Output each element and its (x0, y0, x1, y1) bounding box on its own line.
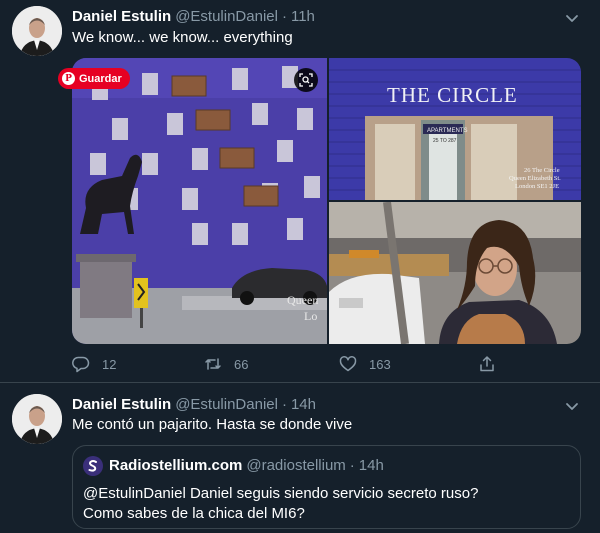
quoted-timestamp: 14h (358, 457, 384, 474)
overlay-text-queen: Queen (287, 293, 318, 307)
sign-apartments: APARTMENTS (427, 128, 467, 134)
tweet[interactable]: Daniel Estulin @EstulinDaniel · 11h We know… (0, 0, 600, 383)
caret-down-icon[interactable] (564, 10, 580, 26)
sign-the-circle: THE CIRCLE (387, 83, 518, 107)
pinterest-save-button[interactable]: P Guardar (58, 68, 130, 89)
tweet-header: Daniel Estulin @EstulinDaniel · 11h (72, 7, 315, 27)
avatar[interactable] (12, 6, 62, 56)
media-photo-building[interactable]: Queen Lo (72, 58, 327, 344)
reply-count: 12 (102, 356, 117, 372)
reply-button[interactable]: 12 (72, 354, 116, 374)
caret-down-icon[interactable] (564, 398, 580, 414)
separator: · (281, 396, 287, 413)
like-count: 163 (369, 356, 391, 372)
quoted-author-name: Radiostellium.com (109, 457, 243, 474)
tweet-text: Me contó un pajarito. Hasta se donde viv… (72, 416, 353, 433)
tweet-header: Daniel Estulin @EstulinDaniel · 14h (72, 395, 316, 415)
caption-line-1: 26 The Circle (524, 167, 560, 174)
author-handle[interactable]: @EstulinDaniel (175, 396, 278, 413)
avatar[interactable] (12, 394, 62, 444)
quoted-text-line: Como sabes de la chica del MI6? (83, 505, 305, 522)
quoted-tweet-text: @EstulinDaniel Daniel seguis siendo serv… (83, 484, 478, 524)
media-photo-street[interactable] (329, 202, 581, 344)
quoted-text-line: @EstulinDaniel Daniel seguis siendo serv… (83, 485, 479, 502)
share-icon (480, 356, 494, 372)
caption-line-3: London SE1 2JE (515, 183, 559, 190)
quoted-tweet[interactable]: Radiostellium.com @radiostellium · 14h @Est… (72, 445, 581, 529)
retweet-count: 66 (234, 356, 249, 372)
avatar-photo (12, 394, 62, 444)
like-button[interactable]: 163 (339, 354, 391, 374)
retweet-icon (205, 358, 221, 370)
author-name[interactable]: Daniel Estulin (72, 396, 171, 413)
quoted-author-handle: @radiostellium (246, 457, 346, 474)
overlay-text-lo: Lo (304, 309, 317, 323)
sign-number: 25 TO 287 (433, 138, 457, 144)
media-grid[interactable]: Queen Lo THE CIRCLE APARTMENTS 25 TO 287… (72, 58, 581, 344)
timestamp[interactable]: 14h (291, 396, 316, 413)
separator: · (281, 8, 287, 25)
like-icon (339, 356, 357, 372)
tweet-text: We know... we know... everything (72, 29, 293, 46)
quoted-avatar (83, 456, 103, 476)
pinterest-save-label: Guardar (79, 72, 122, 85)
author-name[interactable]: Daniel Estulin (72, 8, 171, 25)
caption-line-2: Queen Elizabeth St. (509, 175, 561, 182)
reply-icon (72, 356, 90, 373)
quoted-tweet-header: Radiostellium.com @radiostellium · 14h (83, 456, 384, 476)
avatar-photo (12, 6, 62, 56)
radiostellium-logo-icon (88, 460, 97, 472)
retweet-button[interactable]: 66 (204, 354, 248, 374)
share-button[interactable] (478, 354, 496, 374)
separator: · (349, 457, 355, 474)
pinterest-icon: P (62, 72, 75, 85)
tweet-actions: 12 66 163 (72, 354, 522, 374)
author-handle[interactable]: @EstulinDaniel (175, 8, 278, 25)
media-photo-the-circle[interactable]: THE CIRCLE APARTMENTS 25 TO 287 26 The C… (329, 58, 581, 200)
timestamp[interactable]: 11h (291, 8, 315, 25)
lens-icon[interactable] (294, 68, 318, 92)
